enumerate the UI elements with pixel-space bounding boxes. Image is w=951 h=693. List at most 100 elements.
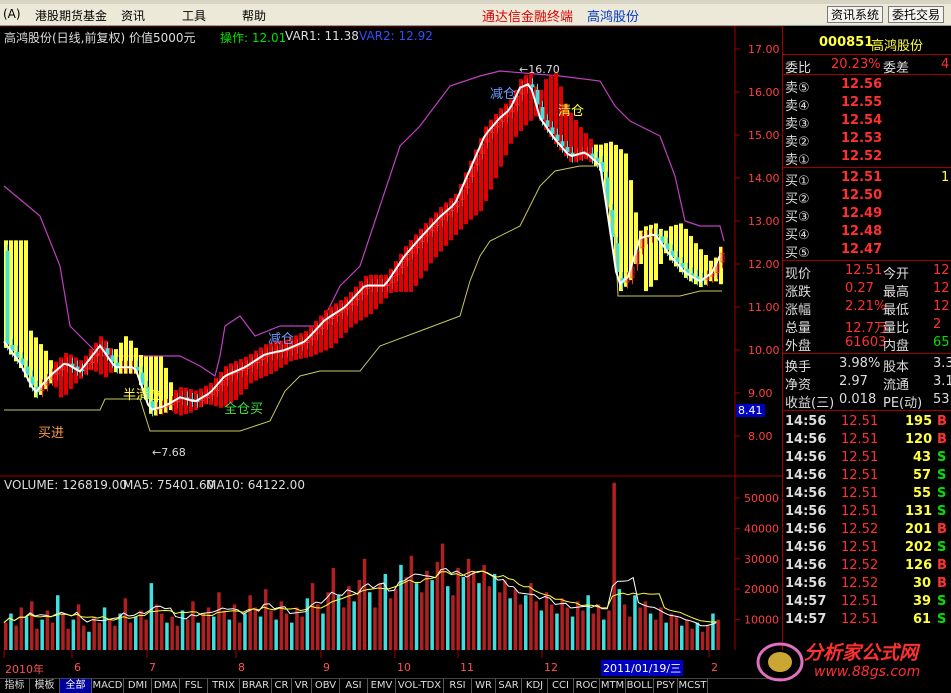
tick-row: 14:56 12.51 131 S: [783, 503, 951, 521]
sell-row: 卖③ 12.54: [783, 112, 951, 132]
volume-bar: [305, 598, 310, 650]
date-label-1: 6: [74, 661, 81, 674]
tick-price: 12.52: [841, 576, 879, 591]
tick-price: 12.51: [841, 414, 879, 429]
volume-bar: [602, 619, 606, 650]
tab-sar[interactable]: SAR: [496, 679, 522, 693]
tab-模板[interactable]: 模板: [30, 679, 60, 693]
tick-direction: B: [937, 558, 947, 573]
tick-row: 14:57 12.51 61 S: [783, 611, 951, 629]
quote-header: 000851 高鸿股份: [783, 26, 951, 55]
volume-bar: [180, 610, 185, 650]
news-system-button[interactable]: 资讯系统: [827, 6, 884, 23]
tick-row: 14:56 12.51 195 B: [783, 413, 951, 431]
kline-chart-svg[interactable]: 17.00 16.00 15.00 14.00 13.00 12.00 11.00 10.00…: [0, 26, 782, 650]
volume-bar: [264, 589, 268, 650]
volume-bar: [212, 616, 216, 650]
tab-boll[interactable]: BOLL: [626, 679, 654, 693]
tick-direction: S: [937, 450, 947, 465]
tab-asi[interactable]: ASI: [340, 679, 368, 693]
stat2-row: 收益(三) 0.018 PE(动) 53: [783, 391, 951, 411]
stat-row: 涨跌 0.27 最高 12: [783, 280, 951, 300]
sell-level-price: 12.54: [841, 113, 883, 128]
annotation-high-price: ←16.70: [519, 63, 560, 76]
tab-psy[interactable]: PSY: [654, 679, 678, 693]
sell-row: 卖① 12.52: [783, 148, 951, 168]
tick-direction: S: [937, 594, 947, 609]
price-ma-white: [3, 83, 721, 411]
volume-bar: [680, 625, 684, 650]
tab-macd[interactable]: MACD: [92, 679, 124, 693]
tab-wr[interactable]: WR: [472, 679, 496, 693]
low-price-value: 7.68: [161, 446, 186, 459]
volume-bar: [430, 580, 434, 650]
volume-bar: [82, 625, 86, 650]
menu-item-tools[interactable]: 工具: [182, 7, 206, 24]
volume-bar: [544, 592, 549, 650]
buy-level-price: 12.47: [841, 242, 883, 257]
menu-item-hk-futures[interactable]: 港股期货基金: [35, 7, 107, 24]
volume-bar: [409, 555, 414, 650]
menu-item-help[interactable]: 帮助: [242, 7, 266, 24]
tab-vol-tdx[interactable]: VOL-TDX: [396, 679, 444, 693]
tab-vr[interactable]: VR: [292, 679, 312, 693]
stat2-value-2: 3.3: [933, 356, 951, 371]
volume-bar: [539, 610, 544, 650]
sell-orders: 卖⑤ 12.56 卖④ 12.55 卖③ 12.54 卖② 12.53 卖① 12.52: [783, 75, 951, 168]
tab-emv[interactable]: EMV: [368, 679, 396, 693]
tab-roc[interactable]: ROC: [574, 679, 600, 693]
volume-bar: [633, 595, 637, 650]
tick-direction: S: [937, 504, 947, 519]
tab-fsl[interactable]: FSL: [180, 679, 208, 693]
tab-dmi[interactable]: DMI: [124, 679, 152, 693]
volume-bar: [243, 613, 247, 650]
tab-rsi[interactable]: RSI: [444, 679, 472, 693]
tab-obv[interactable]: OBV: [312, 679, 340, 693]
volume-bar: [456, 567, 460, 650]
tab-brar[interactable]: BRAR: [240, 679, 272, 693]
volume-bar: [66, 628, 70, 650]
weibi-label: 委比: [785, 61, 812, 76]
menu-bar: (A) 港股期货基金 资讯 工具 帮助 通达信金融终端 高鸿股份 资讯系统 委托…: [0, 0, 951, 26]
volume-bar: [326, 592, 330, 650]
kline-chart-area[interactable]: 17.00 16.00 15.00 14.00 13.00 12.00 11.00 10.00…: [0, 26, 782, 650]
price-axis-label: 11.00: [748, 301, 780, 314]
buy-row: 买② 12.50: [783, 187, 951, 207]
date-label-4: 9: [323, 661, 330, 674]
tab-mcst[interactable]: MCST: [678, 679, 708, 693]
volume-bar: [144, 619, 148, 650]
tab-cr[interactable]: CR: [272, 679, 292, 693]
price-axis-label: 8.00: [748, 430, 773, 443]
tick-list[interactable]: 14:56 12.51 195 B 14:56 12.51 120 B 14:56 12.51 43…: [783, 412, 951, 650]
volume-bar: [284, 613, 289, 650]
window-stock-title: 高鸿股份: [587, 10, 640, 25]
tick-time: 14:56: [785, 558, 827, 573]
tick-time: 14:56: [785, 432, 827, 447]
menu-item-news[interactable]: 资讯: [121, 7, 145, 24]
tab-trix[interactable]: TRIX: [208, 679, 240, 693]
tab-dma[interactable]: DMA: [152, 679, 180, 693]
stat-label: 外盘: [785, 339, 812, 354]
tick-direction: B: [937, 432, 947, 447]
stat-row: 外盘 61603 内盘 65: [783, 334, 951, 354]
tab-kdj[interactable]: KDJ: [522, 679, 548, 693]
volume-bar: [706, 625, 710, 650]
volume-bar: [638, 607, 642, 650]
trade-button[interactable]: 委托交易: [888, 6, 945, 23]
stock-name: 高鸿股份: [871, 39, 924, 54]
volume-bar: [487, 586, 492, 650]
volume-bar: [4, 622, 8, 650]
volume-bar: [591, 613, 596, 650]
tab-cci[interactable]: CCI: [548, 679, 574, 693]
annotation-reduce-2: 减仓: [490, 87, 517, 102]
tick-direction: S: [937, 612, 947, 627]
tab-mtm[interactable]: MTM: [600, 679, 626, 693]
tab-指标[interactable]: 指标: [0, 679, 30, 693]
app-icon[interactable]: (A): [3, 7, 21, 21]
volume-bar: [711, 613, 715, 650]
annotation-clear: 清仓: [558, 104, 585, 119]
tick-direction: S: [937, 486, 947, 501]
volume-bar: [50, 622, 55, 650]
volume-bar: [659, 607, 663, 650]
tab-全部[interactable]: 全部: [60, 679, 92, 693]
